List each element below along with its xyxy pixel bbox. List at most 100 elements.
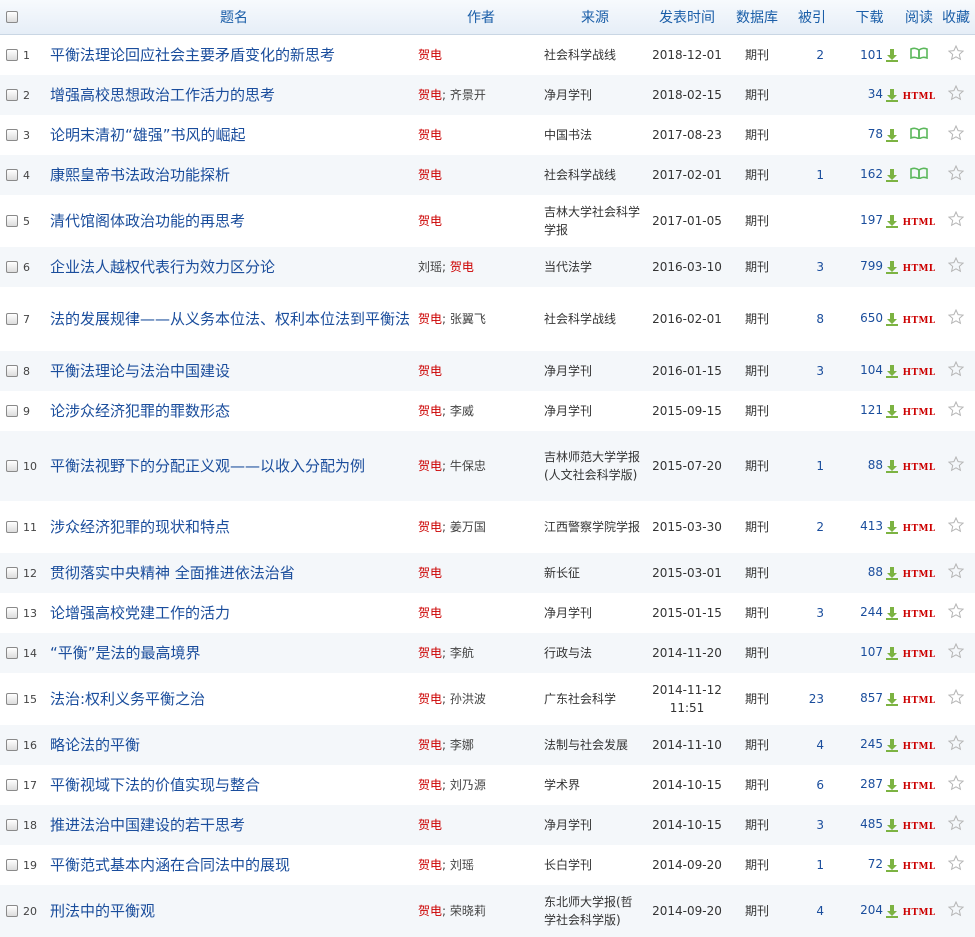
row-checkbox[interactable] — [6, 647, 18, 659]
header-title[interactable]: 题名 — [50, 0, 418, 35]
source-link[interactable]: 社会科学战线 — [544, 286, 646, 351]
star-icon[interactable] — [947, 642, 965, 662]
html-read-icon[interactable]: HTML — [903, 610, 936, 620]
author-others[interactable]: ; 李娜 — [442, 738, 474, 752]
article-title-link[interactable]: 法的发展规律——从义务本位法、权利本位法到平衡法 — [50, 309, 418, 329]
row-checkbox[interactable] — [6, 607, 18, 619]
favorite-cell[interactable] — [937, 724, 975, 765]
cited-count[interactable]: 4 — [786, 724, 838, 765]
source-link[interactable]: 江西警察学院学报 — [544, 500, 646, 553]
row-checkbox[interactable] — [6, 261, 18, 273]
star-icon[interactable] — [947, 455, 965, 475]
download-icon[interactable] — [883, 777, 899, 792]
html-read-icon[interactable]: HTML — [903, 524, 936, 534]
author-others[interactable]: ; 牛保忠 — [442, 459, 486, 473]
download-icon[interactable] — [883, 127, 899, 142]
star-icon[interactable] — [947, 45, 965, 64]
favorite-cell[interactable] — [937, 350, 975, 391]
author-main[interactable]: 贺电 — [418, 88, 442, 102]
read-cell[interactable]: HTML — [901, 884, 937, 937]
html-read-icon[interactable]: HTML — [903, 782, 936, 792]
author-others[interactable]: ; 齐景开 — [442, 88, 486, 102]
read-online-icon[interactable] — [910, 47, 928, 62]
read-cell[interactable]: HTML — [901, 804, 937, 845]
source-link[interactable]: 净月学刊 — [544, 592, 646, 633]
author-others[interactable]: ; 李威 — [442, 404, 474, 418]
html-read-icon[interactable]: HTML — [903, 316, 936, 326]
article-title-link[interactable]: 论明末清初“雄强”书风的崛起 — [50, 125, 418, 145]
author-others[interactable]: ; 姜万国 — [442, 520, 486, 534]
row-checkbox[interactable] — [6, 819, 18, 831]
header-author[interactable]: 作者 — [418, 0, 544, 35]
download-icon[interactable] — [883, 645, 899, 660]
download-icon[interactable] — [883, 857, 899, 872]
cited-count[interactable] — [786, 390, 838, 431]
star-icon[interactable] — [947, 210, 965, 230]
source-link[interactable]: 广东社会科学 — [544, 672, 646, 725]
download-cell[interactable]: 88 — [838, 430, 901, 501]
download-icon[interactable] — [883, 87, 899, 102]
favorite-cell[interactable] — [937, 194, 975, 247]
download-icon[interactable] — [883, 691, 899, 706]
download-icon[interactable] — [883, 903, 899, 918]
read-cell[interactable] — [901, 114, 937, 155]
read-cell[interactable]: HTML — [901, 350, 937, 391]
cited-count[interactable]: 1 — [786, 154, 838, 195]
star-icon[interactable] — [947, 308, 965, 328]
download-icon[interactable] — [883, 213, 899, 228]
cited-count[interactable] — [786, 74, 838, 115]
download-cell[interactable]: 88 — [838, 552, 901, 593]
download-icon[interactable] — [883, 48, 899, 62]
read-cell[interactable]: HTML — [901, 194, 937, 247]
select-all-checkbox[interactable] — [6, 11, 18, 23]
source-link[interactable]: 当代法学 — [544, 246, 646, 287]
download-icon[interactable] — [883, 737, 899, 752]
cited-count[interactable] — [786, 194, 838, 247]
cited-count[interactable]: 4 — [786, 884, 838, 937]
download-cell[interactable]: 34 — [838, 74, 901, 115]
article-title-link[interactable]: 清代馆阁体政治功能的再思考 — [50, 211, 418, 231]
star-icon[interactable] — [947, 360, 965, 380]
header-cited[interactable]: 被引 — [786, 0, 838, 35]
download-icon[interactable] — [883, 363, 899, 378]
cited-count[interactable]: 8 — [786, 286, 838, 351]
article-title-link[interactable]: 论涉众经济犯罪的罪数形态 — [50, 401, 418, 421]
cited-count[interactable]: 1 — [786, 844, 838, 885]
cited-count[interactable]: 6 — [786, 764, 838, 805]
favorite-cell[interactable] — [937, 286, 975, 351]
source-link[interactable]: 净月学刊 — [544, 74, 646, 115]
author-main[interactable]: 贺电 — [450, 260, 474, 274]
author-main[interactable]: 贺电 — [418, 692, 442, 706]
author-main[interactable]: 贺电 — [418, 128, 442, 142]
row-checkbox[interactable] — [6, 169, 18, 181]
html-read-icon[interactable]: HTML — [903, 92, 936, 102]
header-date[interactable]: 发表时间 — [646, 0, 728, 35]
download-icon[interactable] — [883, 605, 899, 620]
article-title-link[interactable]: 推进法治中国建设的若干思考 — [50, 815, 418, 835]
row-checkbox[interactable] — [6, 365, 18, 377]
star-icon[interactable] — [947, 602, 965, 622]
favorite-cell[interactable] — [937, 154, 975, 195]
author-main[interactable]: 贺电 — [418, 858, 442, 872]
author-others[interactable]: ; 孙洪波 — [442, 692, 486, 706]
cited-count[interactable] — [786, 632, 838, 673]
download-cell[interactable]: 287 — [838, 764, 901, 805]
article-title-link[interactable]: 平衡法视野下的分配正义观——以收入分配为例 — [50, 456, 418, 476]
author-others[interactable]: ; 李航 — [442, 646, 474, 660]
read-cell[interactable]: HTML — [901, 500, 937, 553]
header-source[interactable]: 来源 — [544, 0, 646, 35]
author-main[interactable]: 贺电 — [418, 606, 442, 620]
download-cell[interactable]: 78 — [838, 114, 901, 155]
source-link[interactable]: 吉林大学社会科学学报 — [544, 194, 646, 247]
star-icon[interactable] — [947, 562, 965, 582]
author-main[interactable]: 贺电 — [418, 459, 442, 473]
html-read-icon[interactable]: HTML — [903, 862, 936, 872]
author-main[interactable]: 贺电 — [418, 312, 442, 326]
html-read-icon[interactable]: HTML — [903, 650, 936, 660]
author-others[interactable]: ; 刘瑶 — [442, 858, 474, 872]
favorite-cell[interactable] — [937, 246, 975, 287]
read-cell[interactable]: HTML — [901, 430, 937, 501]
favorite-cell[interactable] — [937, 884, 975, 937]
download-cell[interactable]: 244 — [838, 592, 901, 633]
favorite-cell[interactable] — [937, 74, 975, 115]
